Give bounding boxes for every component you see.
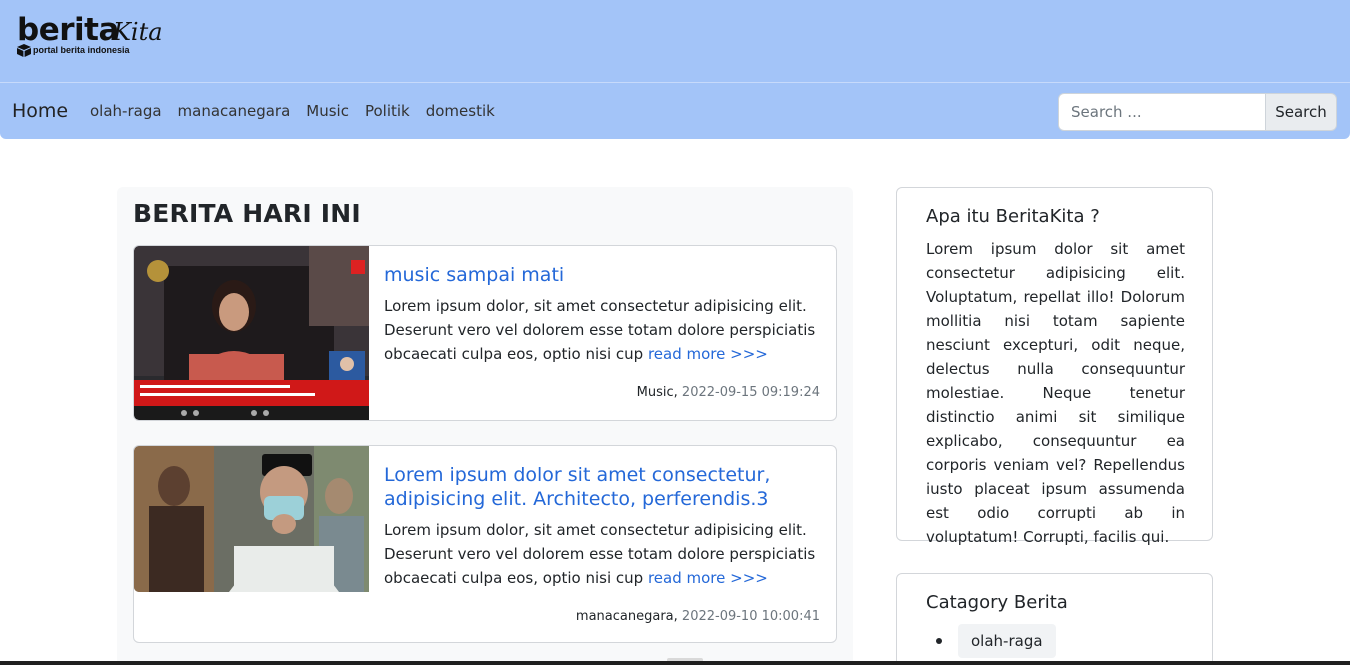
about-title: Apa itu BeritaKita ? (926, 206, 1100, 227)
news-panel: BERITA HARI INI music sampai mati Lorem … (117, 187, 853, 665)
nav-link-olah-raga[interactable]: olah-raga (90, 102, 162, 120)
nav-link-music[interactable]: Music (306, 102, 349, 120)
article-meta: Music, 2022-09-15 09:19:24 (637, 385, 820, 400)
article-excerpt: Lorem ipsum dolor, sit amet consectetur … (384, 518, 824, 590)
logo-text-bold: berita (17, 12, 119, 48)
article-title-link[interactable]: Lorem ipsum dolor sit amet consectetur, … (384, 463, 804, 511)
list-item: olah-raga (926, 624, 1056, 658)
photo-masked-man-icon (134, 446, 369, 592)
article-category: manacanegara, (575, 609, 678, 624)
about-text: Lorem ipsum dolor sit amet consectetur a… (926, 240, 1185, 546)
news-card: Lorem ipsum dolor sit amet consectetur, … (133, 445, 837, 643)
logo-text-script: Kita (113, 18, 163, 46)
nav-link-manacanegara[interactable]: manacanegara (178, 102, 291, 120)
nav-home-link[interactable]: Home (12, 100, 68, 122)
site-logo[interactable]: berita Kita portal berita indonesia (17, 12, 167, 60)
bullet-icon (936, 638, 942, 644)
article-meta: manacanegara, 2022-09-10 10:00:41 (576, 609, 820, 624)
search-form: Search (1058, 93, 1337, 131)
article-excerpt: Lorem ipsum dolor, sit amet consectetur … (384, 294, 824, 366)
article-category: Music, (636, 385, 678, 400)
bottom-border (0, 661, 1350, 665)
category-link-olah-raga[interactable]: olah-raga (958, 624, 1056, 658)
news-image[interactable] (134, 246, 369, 420)
about-card: Apa itu BeritaKita ? Lorem ipsum dolor s… (896, 187, 1213, 546)
main-navbar: Home olah-raga manacanegara Music Politi… (0, 82, 1350, 139)
top-header: berita Kita portal berita indonesia (0, 0, 1350, 82)
photo-speaker-icon (134, 246, 369, 420)
search-button[interactable]: Search (1265, 93, 1337, 131)
category-title: Catagory Berita (926, 592, 1068, 613)
category-list: olah-raga (926, 624, 1056, 658)
category-card: Catagory Berita olah-raga (896, 573, 1213, 665)
nav-link-politik[interactable]: Politik (365, 102, 410, 120)
nav-link-domestik[interactable]: domestik (426, 102, 495, 120)
page-title: BERITA HARI INI (133, 199, 361, 228)
news-card: music sampai mati Lorem ipsum dolor, sit… (133, 245, 837, 421)
read-more-link[interactable]: read more >>> (648, 345, 768, 363)
article-date: 2022-09-15 09:19:24 (681, 385, 820, 400)
news-image[interactable] (134, 446, 369, 592)
search-input[interactable] (1058, 93, 1265, 131)
nav-links: olah-raga manacanegara Music Politik dom… (90, 102, 511, 120)
read-more-link[interactable]: read more >>> (648, 569, 768, 587)
logo-tagline: portal berita indonesia (33, 45, 130, 55)
cube-icon (17, 44, 31, 57)
article-title-link[interactable]: music sampai mati (384, 263, 564, 287)
article-date: 2022-09-10 10:00:41 (681, 609, 820, 624)
